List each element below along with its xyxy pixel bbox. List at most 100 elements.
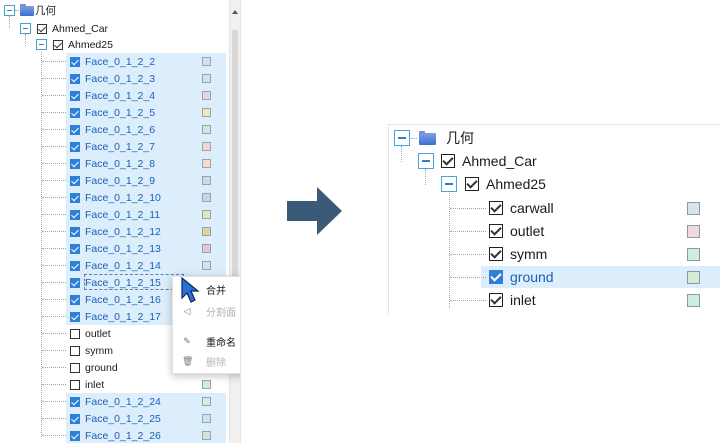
collapse-root-icon[interactable] (4, 5, 15, 16)
tree-face-item[interactable]: inlet (70, 376, 104, 393)
menu-item-delete[interactable]: 🗑 删除 (173, 351, 240, 371)
tree-face-item[interactable]: ground (70, 359, 118, 376)
face-checkbox[interactable] (70, 311, 80, 322)
tree-face-item[interactable]: Face_0_1_2_24 (70, 393, 161, 410)
color-swatch[interactable] (202, 108, 211, 117)
face-checkbox[interactable] (70, 107, 80, 118)
tree-face-item[interactable]: symm (70, 342, 113, 359)
face-checkbox[interactable] (70, 430, 80, 441)
collapse-car-icon[interactable] (418, 153, 434, 169)
face-checkbox[interactable] (70, 260, 80, 271)
body-checkbox[interactable] (465, 177, 479, 191)
face-checkbox[interactable] (70, 209, 80, 220)
tree-node-car[interactable]: Ahmed_Car (441, 150, 537, 172)
tree-face-item[interactable]: Face_0_1_2_25 (70, 410, 161, 427)
color-swatch[interactable] (202, 142, 211, 151)
tree-face-item[interactable]: Face_0_1_2_5 (70, 104, 155, 121)
color-swatch[interactable] (202, 125, 211, 134)
face-checkbox[interactable] (70, 226, 80, 237)
tree-face-item[interactable]: outlet (70, 325, 111, 342)
face-checkbox[interactable] (489, 293, 503, 307)
color-swatch[interactable] (202, 227, 211, 236)
tree-face-item[interactable]: outlet (489, 220, 544, 242)
tree-face-item[interactable]: Face_0_1_2_4 (70, 87, 155, 104)
tree-node-body[interactable]: Ahmed25 (465, 173, 546, 195)
tree-face-item[interactable]: Face_0_1_2_7 (70, 138, 155, 155)
face-checkbox[interactable] (70, 56, 80, 67)
car-checkbox[interactable] (441, 154, 455, 168)
face-checkbox[interactable] (70, 294, 80, 305)
color-swatch[interactable] (202, 431, 211, 440)
face-checkbox[interactable] (489, 247, 503, 261)
tree-face-item[interactable]: Face_0_1_2_11 (70, 206, 160, 223)
face-checkbox[interactable] (489, 224, 503, 238)
color-swatch[interactable] (687, 248, 700, 261)
tree-face-item[interactable]: Face_0_1_2_10 (70, 189, 161, 206)
color-swatch[interactable] (202, 57, 211, 66)
face-checkbox[interactable] (70, 158, 80, 169)
car-checkbox[interactable] (37, 23, 47, 34)
tree-line (450, 254, 486, 255)
face-checkbox[interactable] (70, 362, 80, 373)
face-checkbox[interactable] (70, 413, 80, 424)
color-swatch[interactable] (202, 380, 211, 389)
face-checkbox[interactable] (70, 328, 80, 339)
tree-face-item[interactable]: Face_0_1_2_13 (70, 240, 161, 257)
face-checkbox[interactable] (489, 270, 503, 284)
face-checkbox[interactable] (70, 124, 80, 135)
face-checkbox[interactable] (70, 379, 80, 390)
collapse-root-icon[interactable] (394, 130, 410, 146)
color-swatch[interactable] (202, 261, 211, 270)
color-swatch[interactable] (202, 159, 211, 168)
tree-face-item[interactable]: carwall (489, 197, 554, 219)
tree-face-item[interactable]: Face_0_1_2_9 (70, 172, 155, 189)
scroll-up-icon[interactable] (232, 10, 238, 14)
collapse-body-icon[interactable] (441, 176, 457, 192)
color-swatch[interactable] (687, 271, 700, 284)
menu-item-split[interactable]: ◁ 分割面 (173, 301, 240, 321)
color-swatch[interactable] (202, 193, 211, 202)
color-swatch[interactable] (202, 397, 211, 406)
tree-face-item[interactable]: Face_0_1_2_12 (70, 223, 161, 240)
color-swatch[interactable] (687, 294, 700, 307)
tree-face-item[interactable]: Face_0_1_2_6 (70, 121, 155, 138)
tree-node-root[interactable]: 几何 (30, 2, 56, 19)
tree-node-car[interactable]: Ahmed_Car (37, 20, 108, 37)
tree-face-item[interactable]: Face_0_1_2_26 (70, 427, 161, 443)
face-checkbox[interactable] (70, 396, 80, 407)
collapse-body-icon[interactable] (36, 39, 47, 50)
tree-face-item[interactable]: Face_0_1_2_3 (70, 70, 155, 87)
tree-face-item[interactable]: ground (489, 266, 554, 288)
color-swatch[interactable] (202, 414, 211, 423)
tree-face-item[interactable]: Face_0_1_2_16 (70, 291, 161, 308)
body-checkbox[interactable] (53, 39, 63, 50)
face-checkbox[interactable] (70, 141, 80, 152)
tree-face-item[interactable]: symm (489, 243, 547, 265)
color-swatch[interactable] (202, 210, 211, 219)
color-swatch[interactable] (687, 225, 700, 238)
tree-face-item[interactable]: Face_0_1_2_17 (70, 308, 161, 325)
split-icon: ◁ (183, 306, 191, 316)
menu-item-rename[interactable]: ✎ 重命名 (173, 331, 240, 351)
face-checkbox[interactable] (70, 175, 80, 186)
face-checkbox[interactable] (70, 243, 80, 254)
face-checkbox[interactable] (70, 90, 80, 101)
tree-face-item[interactable]: Face_0_1_2_8 (70, 155, 155, 172)
color-swatch[interactable] (202, 176, 211, 185)
color-swatch[interactable] (687, 202, 700, 215)
face-checkbox[interactable] (70, 73, 80, 84)
vertical-scrollbar[interactable] (229, 0, 240, 443)
face-checkbox[interactable] (489, 201, 503, 215)
face-checkbox[interactable] (70, 345, 80, 356)
face-checkbox[interactable] (70, 192, 80, 203)
color-swatch[interactable] (202, 74, 211, 83)
collapse-car-icon[interactable] (20, 23, 31, 34)
tree-node-root[interactable]: 几何 (439, 127, 474, 149)
color-swatch[interactable] (202, 91, 211, 100)
tree-face-item[interactable]: Face_0_1_2_14 (70, 257, 161, 274)
tree-face-item[interactable]: inlet (489, 289, 536, 311)
tree-face-item[interactable]: Face_0_1_2_2 (70, 53, 155, 70)
color-swatch[interactable] (202, 244, 211, 253)
tree-node-body[interactable]: Ahmed25 (53, 36, 113, 53)
face-checkbox[interactable] (70, 277, 80, 288)
